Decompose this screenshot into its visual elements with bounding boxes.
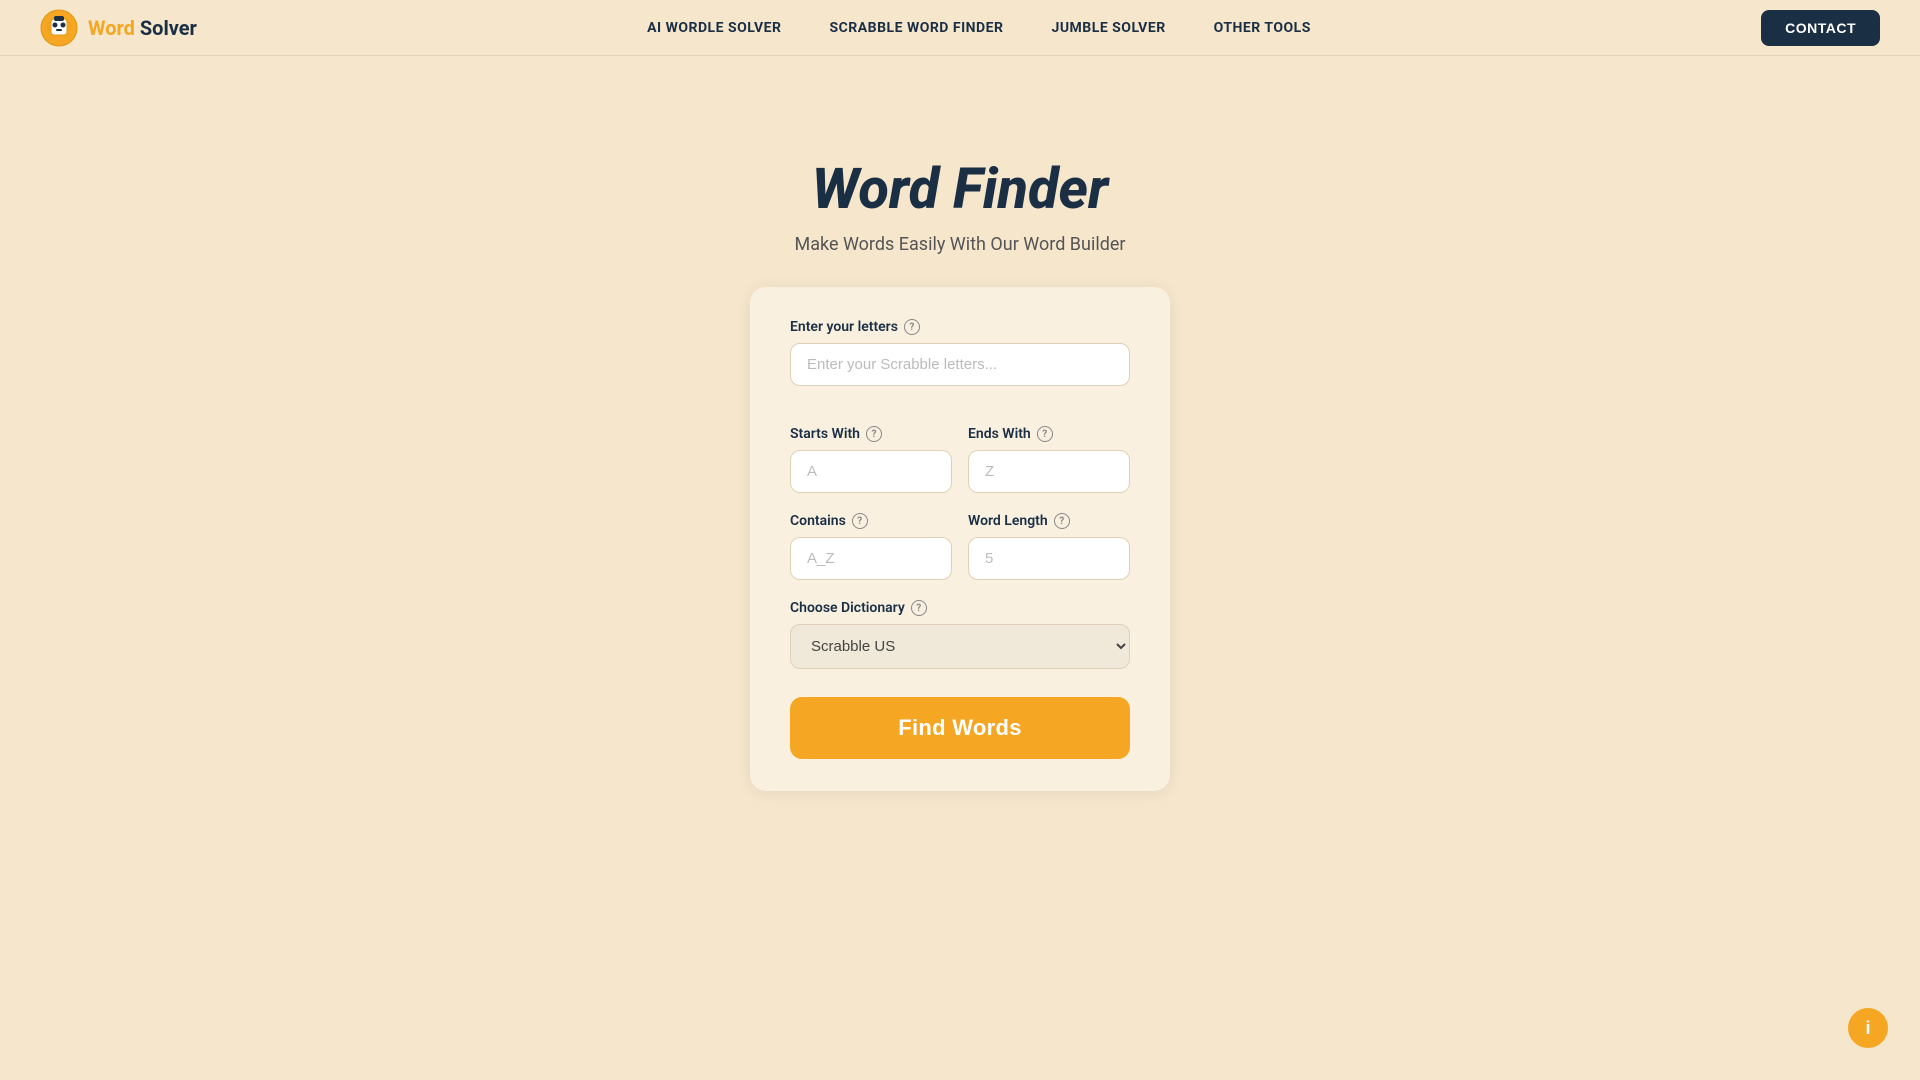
main-content: Word Finder Make Words Easily With Our W… [0, 56, 1920, 791]
logo-text: Word Solver [88, 16, 197, 40]
nav-links: AI WORDLE SOLVER SCRABBLE WORD FINDER JU… [197, 20, 1761, 36]
navbar: Word Solver AI WORDLE SOLVER SCRABBLE WO… [0, 0, 1920, 56]
dictionary-label: Choose Dictionary ? [790, 600, 1130, 616]
nav-ai-wordle-solver[interactable]: AI WORDLE SOLVER [647, 20, 781, 36]
starts-ends-row: Starts With ? Ends With ? [790, 426, 1130, 493]
find-words-button[interactable]: Find Words [790, 697, 1130, 759]
ends-with-group: Ends With ? [968, 426, 1130, 493]
contains-length-row: Contains ? Word Length ? [790, 513, 1130, 580]
page-subtitle: Make Words Easily With Our Word Builder [795, 234, 1126, 255]
contains-input[interactable] [790, 537, 952, 580]
logo-icon [40, 9, 78, 47]
contains-help-icon[interactable]: ? [852, 513, 868, 529]
contact-button[interactable]: CONTACT [1761, 10, 1880, 46]
word-length-help-icon[interactable]: ? [1054, 513, 1070, 529]
starts-with-input[interactable] [790, 450, 952, 493]
letters-label: Enter your letters ? [790, 319, 1130, 335]
dictionary-field-group: Choose Dictionary ? Scrabble US Scrabble… [790, 600, 1130, 669]
letters-input[interactable] [790, 343, 1130, 386]
logo[interactable]: Word Solver [40, 9, 197, 47]
starts-with-group: Starts With ? [790, 426, 952, 493]
dictionary-select[interactable]: Scrabble US Scrabble UK Words With Frien… [790, 624, 1130, 669]
ends-with-label: Ends With ? [968, 426, 1130, 442]
contains-label: Contains ? [790, 513, 952, 529]
ends-with-input[interactable] [968, 450, 1130, 493]
nav-scrabble-word-finder[interactable]: SCRABBLE WORD FINDER [829, 20, 1003, 36]
word-length-group: Word Length ? [968, 513, 1130, 580]
info-button[interactable]: i [1848, 1008, 1888, 1048]
starts-with-label: Starts With ? [790, 426, 952, 442]
word-finder-card: Enter your letters ? Starts With ? Ends … [750, 287, 1170, 791]
word-length-input[interactable] [968, 537, 1130, 580]
ends-with-help-icon[interactable]: ? [1037, 426, 1053, 442]
starts-with-help-icon[interactable]: ? [866, 426, 882, 442]
word-length-label: Word Length ? [968, 513, 1130, 529]
letters-help-icon[interactable]: ? [904, 319, 920, 335]
letters-field-group: Enter your letters ? [790, 319, 1130, 406]
nav-jumble-solver[interactable]: JUMBLE SOLVER [1052, 20, 1166, 36]
page-title: Word Finder [812, 156, 1108, 222]
nav-other-tools[interactable]: OTHER TOOLS [1214, 20, 1311, 36]
dictionary-help-icon[interactable]: ? [911, 600, 927, 616]
info-icon: i [1865, 1018, 1870, 1039]
contains-group: Contains ? [790, 513, 952, 580]
